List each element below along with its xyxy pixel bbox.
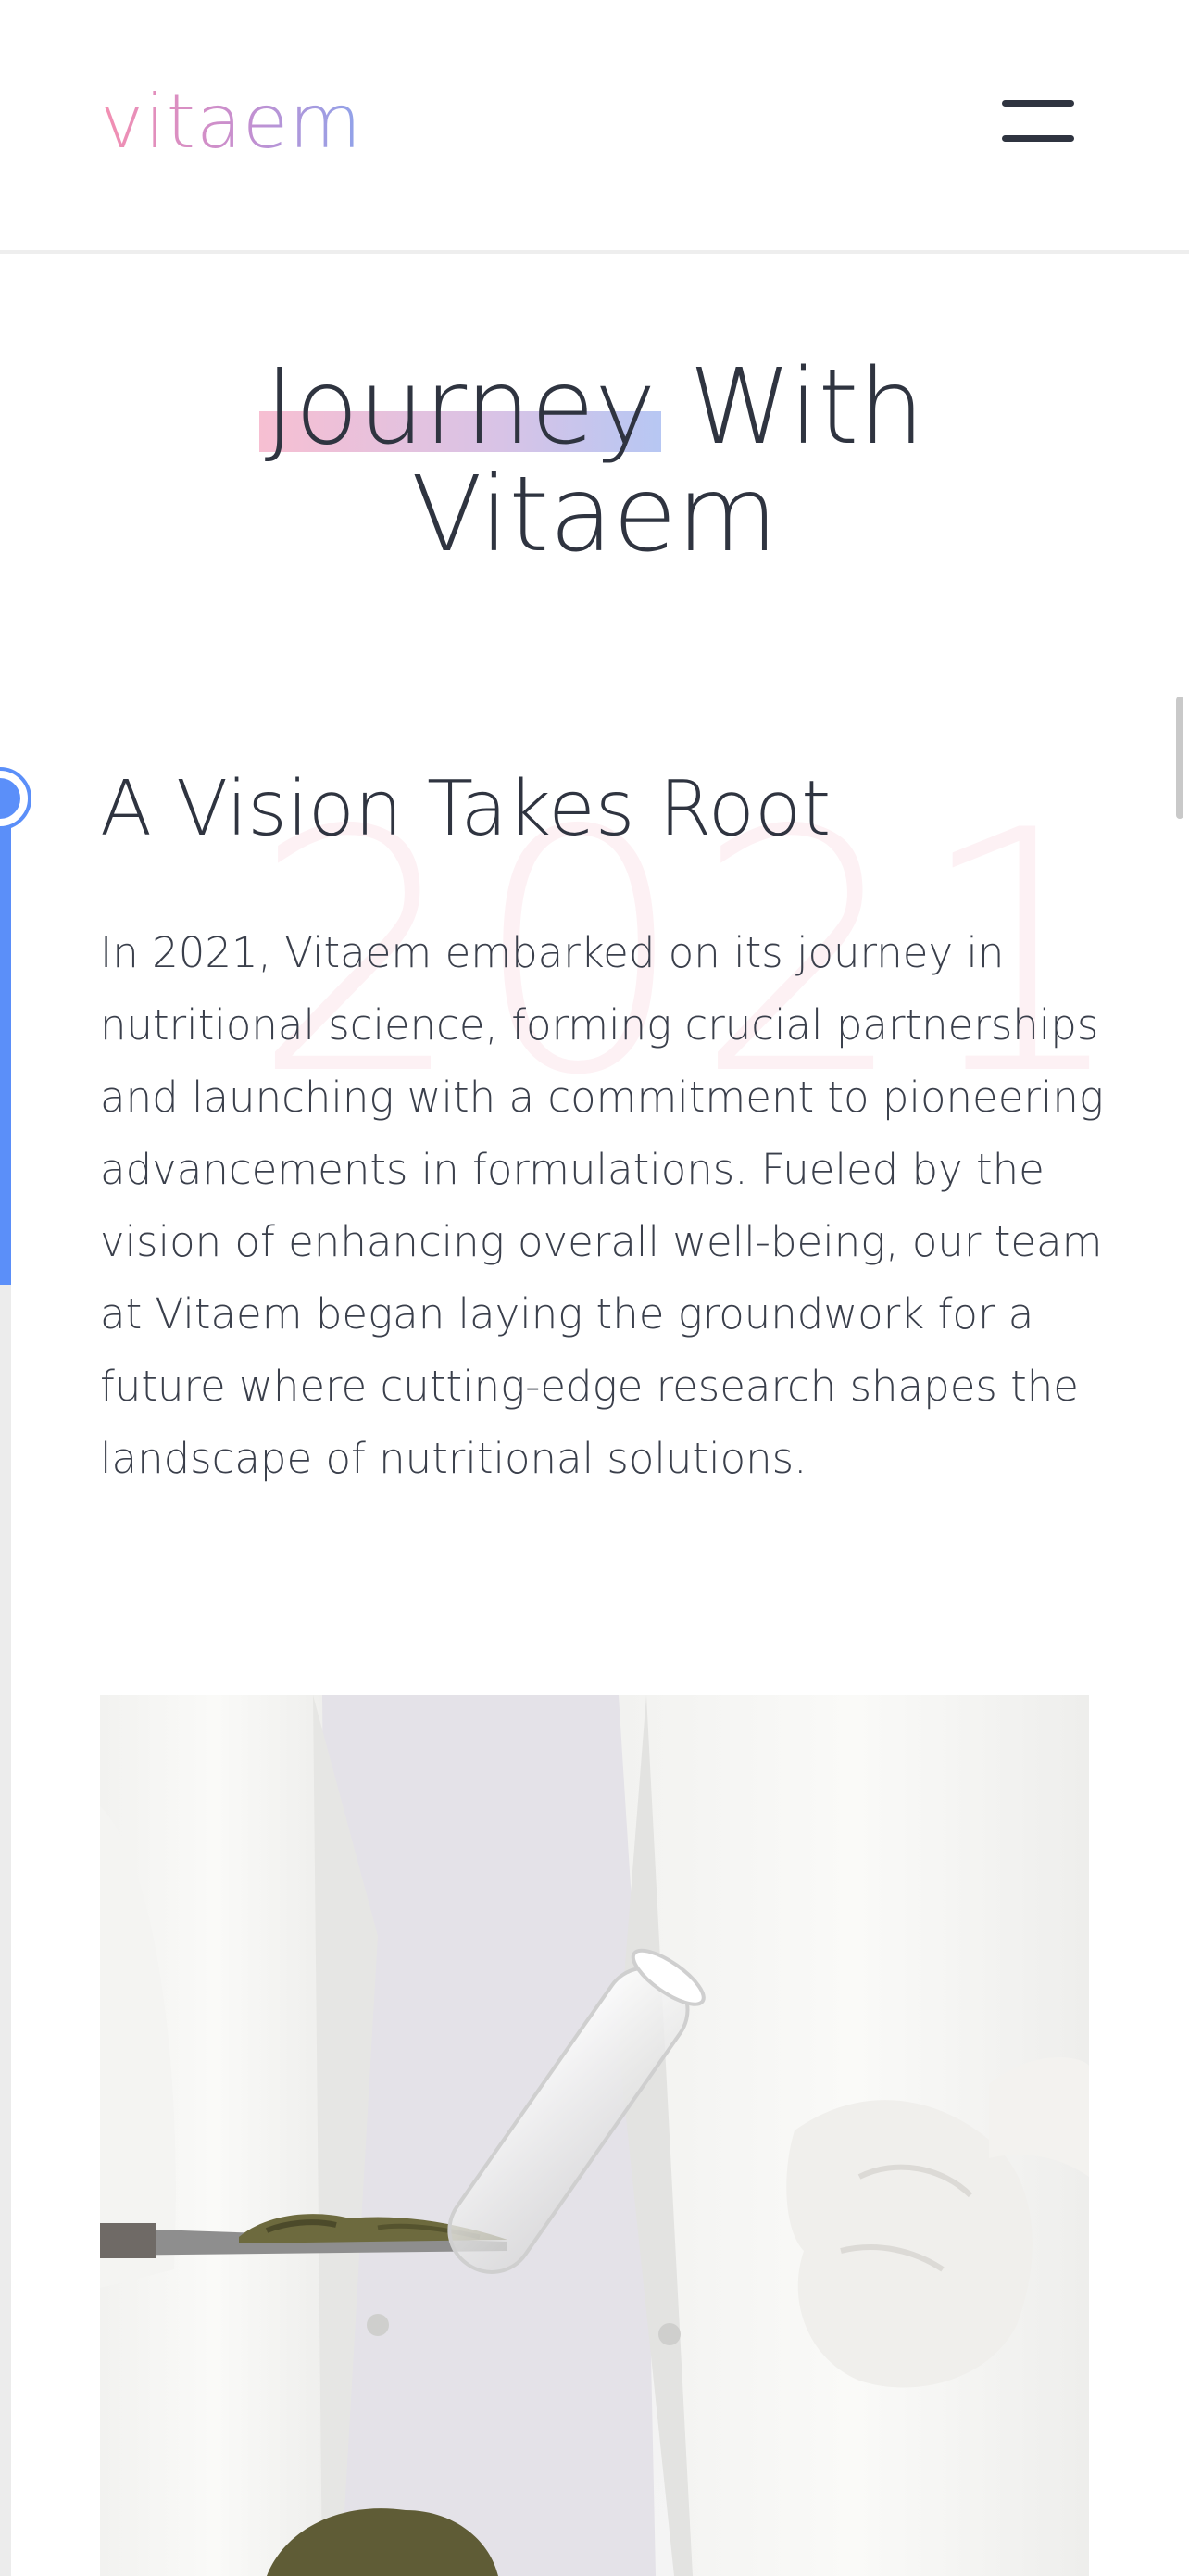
timeline-item-body: In 2021, Vitaem embarked on its journey … xyxy=(100,928,1104,1483)
lab-researcher-image xyxy=(100,1695,1089,2576)
title-line2: Vitaem xyxy=(411,455,778,575)
page-title: Journey With Vitaem xyxy=(0,354,1189,569)
hamburger-menu-button[interactable] xyxy=(998,96,1078,148)
hamburger-menu-icon-bar xyxy=(1002,135,1074,142)
hamburger-menu-icon xyxy=(1002,100,1074,107)
lab-researcher-photo xyxy=(100,1695,1089,2576)
vitaem-logo[interactable]: vitaem xyxy=(100,76,362,169)
timeline-progress xyxy=(0,808,11,1285)
timeline-marker xyxy=(0,767,31,830)
title-highlight-word: Journey xyxy=(258,347,662,468)
site-header: vitaem xyxy=(0,0,1189,254)
title-line1-rest: With xyxy=(656,347,925,468)
timeline-item-title: A Vision Takes Root xyxy=(100,765,832,853)
scrollbar-thumb[interactable] xyxy=(1176,697,1183,819)
